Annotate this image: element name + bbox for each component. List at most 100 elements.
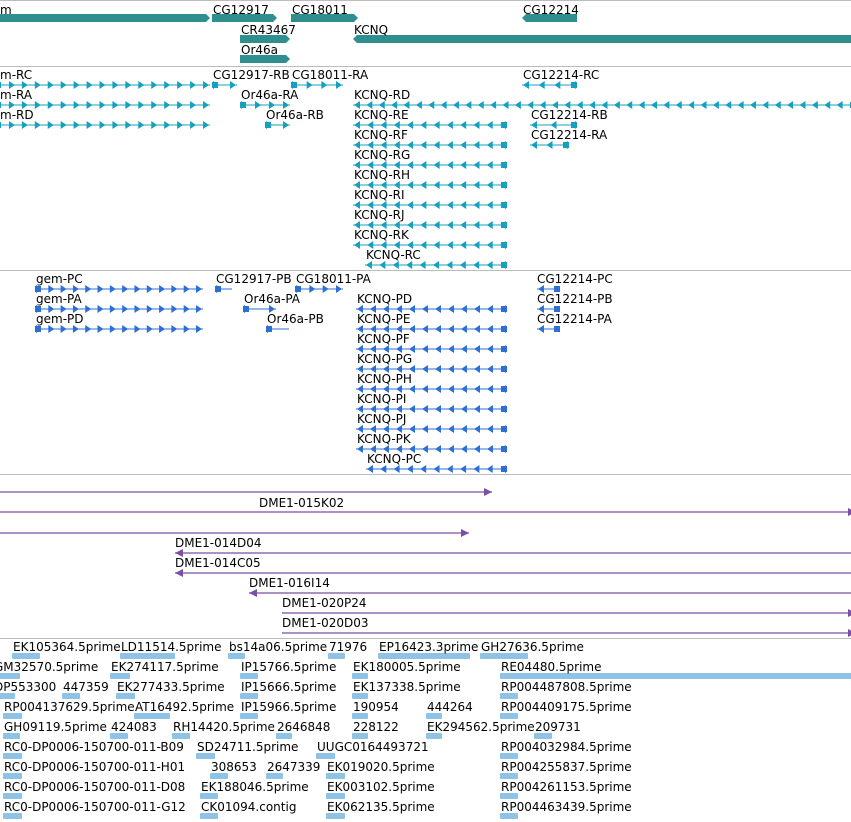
feature-label: RH14420.5prime (173, 720, 275, 734)
feature-label: KCNQ-RD (354, 88, 411, 102)
feature-label: AT16492.5prime (135, 700, 235, 714)
feature-label: CG18011-RA (292, 68, 369, 82)
feature-label: Or46a-RB (266, 108, 324, 122)
feature-label: gem-PC (36, 272, 83, 286)
feature-glyph[interactable] (0, 486, 500, 498)
feature-label: EK274117.5prime (111, 660, 219, 674)
feature-label: RC0-DP0006-150700-011-G12 (4, 800, 186, 814)
feature-label: KCNQ-RI (354, 188, 405, 202)
feature-label: CG12214 (523, 3, 579, 17)
feature-label: 2647339 (267, 760, 321, 774)
feature-label: 424083 (111, 720, 157, 734)
feature-label: KCNQ-PG (357, 352, 413, 366)
feature-label: IP15766.5prime (241, 660, 337, 674)
feature-label: m (0, 3, 12, 17)
feature-glyph[interactable] (0, 79, 218, 91)
feature-label: bs14a06.5prime (229, 640, 328, 654)
feature-label: KCNQ-PH (357, 372, 412, 386)
feature-label: IP15666.5prime (241, 680, 337, 694)
feature-label: m-RA (0, 88, 33, 102)
est-track: EK105364.5prime LD11514.5prime bs14a06.5pr… (0, 639, 851, 822)
feature-glyph[interactable] (353, 33, 851, 45)
feature-label: gem-PD (36, 312, 84, 326)
feature-label: EK294562.5prime (427, 720, 535, 734)
feature-glyph[interactable] (0, 12, 218, 24)
feature-label: KCNQ-PD (357, 292, 413, 306)
feature-label: CG12214-PB (537, 292, 613, 306)
feature-label: CG12214-PA (537, 312, 612, 326)
gene-track: m CG12917 CG18011 CG12214 CR43467 KCNQ Or46a (0, 0, 851, 66)
feature-label: 444264 (427, 700, 473, 714)
feature-label: 209731 (535, 720, 581, 734)
feature-label: CG12917-RB (213, 68, 290, 82)
feature-label: KCNQ-RG (354, 148, 411, 162)
transcript-track-a: m-RC CG12917-RB CG18011-RA CG12214-RC m-RA Or… (0, 67, 851, 270)
feature-label: KCNQ-RJ (354, 208, 405, 222)
feature-label: DME1-020P24 (282, 596, 367, 610)
feature-label: KCNQ-RC (366, 248, 421, 262)
feature-label: 190954 (353, 700, 399, 714)
feature-label: CG12214-RB (531, 108, 608, 122)
feature-label: EK137338.5prime (353, 680, 461, 694)
feature-label: GM32570.5prime (0, 660, 99, 674)
feature-label: EK003102.5prime (327, 780, 435, 794)
clone-track: DME1-015K02 DME1-014D04 DME1-014C05 DME1-01… (0, 475, 851, 638)
feature-label: RC0-DP0006-150700-011-H01 (4, 760, 186, 774)
feature-label: CG12214-RA (531, 128, 608, 142)
feature-label: GH27636.5prime (481, 640, 584, 654)
feature-glyph[interactable] (0, 506, 851, 518)
feature-label: CG18011-PA (296, 272, 371, 286)
feature-label: KCNQ-PE (357, 312, 411, 326)
feature-label: KCNQ-PJ (357, 412, 407, 426)
feature-label: RP004261153.5prime (501, 780, 632, 794)
feature-label: DME1-016I14 (249, 576, 330, 590)
feature-label: 308653 (211, 760, 257, 774)
feature-label: KCNQ-RH (354, 168, 411, 182)
feature-label: CG18011 (292, 3, 348, 17)
feature-label: DME1-020D03 (282, 616, 369, 630)
feature-label: KCNQ-PK (357, 432, 411, 446)
feature-label: Or46a-RA (241, 88, 299, 102)
feature-label: DME1-014D04 (175, 536, 262, 550)
feature-label: 228122 (353, 720, 399, 734)
feature-label: DME1-015K02 (259, 496, 345, 510)
feature-label: RC0-DP0006-150700-011-D08 (4, 780, 186, 794)
feature-label: LD11514.5prime (121, 640, 222, 654)
feature-label: EK180005.5prime (353, 660, 461, 674)
feature-label: SD24711.5prime (197, 740, 299, 754)
feature-label: CG12214-PC (537, 272, 613, 286)
feature-label: KCNQ-RK (354, 228, 409, 242)
feature-label: KCNQ-RF (354, 128, 408, 142)
feature-label: KCNQ-PC (367, 452, 422, 466)
feature-label: RP004487808.5prime (501, 680, 632, 694)
feature-label: CK01094.contig (201, 800, 297, 814)
feature-label: CG12917 (213, 3, 269, 17)
feature-label: EK019020.5prime (327, 760, 435, 774)
feature-label: RP004463439.5prime (501, 800, 632, 814)
feature-label: RP004255837.5prime (501, 760, 632, 774)
transcript-track-b: gem-PC CG12917-PB CG18011-PA CG12214-PC gem-… (0, 271, 851, 474)
feature-label: CG12214-RC (523, 68, 600, 82)
feature-label: gem-PA (36, 292, 82, 306)
feature-label: m-RC (0, 68, 33, 82)
genome-browser-view: m CG12917 CG18011 CG12214 CR43467 KCNQ Or46a m… (0, 0, 851, 822)
feature-label: DME1-014C05 (175, 556, 261, 570)
feature-label: DP553300 (0, 680, 57, 694)
feature-glyph[interactable] (175, 547, 851, 559)
feature-label: m-RD (0, 108, 34, 122)
feature-label: EK062135.5prime (327, 800, 435, 814)
feature-label: RP004032984.5prime (501, 740, 632, 754)
feature-label: KCNQ-PF (357, 332, 410, 346)
feature-label: CG12917-PB (216, 272, 292, 286)
feature-label: Or46a-PB (267, 312, 324, 326)
feature-label: GH09119.5prime (4, 720, 107, 734)
feature-label: 71976 (329, 640, 368, 654)
feature-label: CR43467 (241, 23, 296, 37)
feature-label: 2646848 (277, 720, 331, 734)
feature-label: EP16423.3prime (379, 640, 479, 654)
feature-label: RP004409175.5prime (501, 700, 632, 714)
feature-label: Or46a-PA (244, 292, 301, 306)
feature-label: EK105364.5prime (13, 640, 121, 654)
feature-label: 447359 (63, 680, 109, 694)
feature-label: Or46a (241, 43, 279, 57)
